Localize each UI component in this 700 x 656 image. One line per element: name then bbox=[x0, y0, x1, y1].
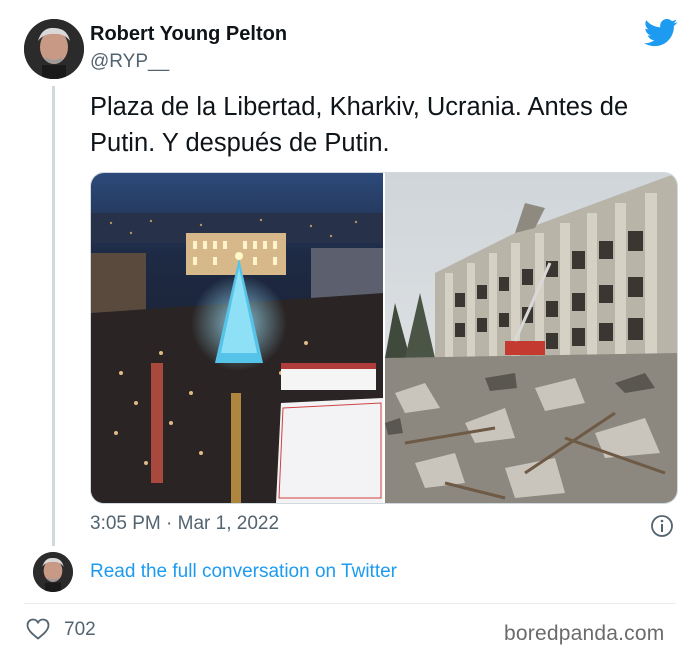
night-square-christmas-tree-photo[interactable] bbox=[91, 173, 383, 503]
tweet-media-grid[interactable] bbox=[90, 172, 678, 504]
info-icon[interactable] bbox=[650, 514, 674, 538]
read-full-conversation-link[interactable]: Read the full conversation on Twitter bbox=[90, 561, 397, 583]
tweet-embed-card: Robert Young Pelton @RYP__ Plaza de la L… bbox=[0, 0, 700, 656]
heart-icon[interactable] bbox=[26, 618, 50, 640]
like-count: 702 bbox=[64, 619, 96, 640]
author-name[interactable]: Robert Young Pelton bbox=[90, 23, 287, 46]
source-watermark: boredpanda.com bbox=[504, 622, 665, 645]
thread-connector-line bbox=[52, 86, 55, 546]
tweet-timestamp[interactable]: 3:05 PM · Mar 1, 2022 bbox=[90, 513, 279, 535]
tweet-text: Plaza de la Libertad, Kharkiv, Ucrania. … bbox=[90, 93, 629, 157]
author-handle[interactable]: @RYP__ bbox=[90, 51, 169, 73]
destroyed-building-rubble-photo[interactable] bbox=[385, 173, 677, 503]
author-avatar-small[interactable] bbox=[33, 552, 73, 592]
footer-divider bbox=[24, 603, 676, 604]
author-avatar[interactable] bbox=[24, 19, 84, 79]
avatar-portrait-icon bbox=[33, 552, 73, 592]
avatar-portrait-icon bbox=[24, 19, 84, 79]
twitter-bird-icon[interactable] bbox=[644, 18, 678, 48]
